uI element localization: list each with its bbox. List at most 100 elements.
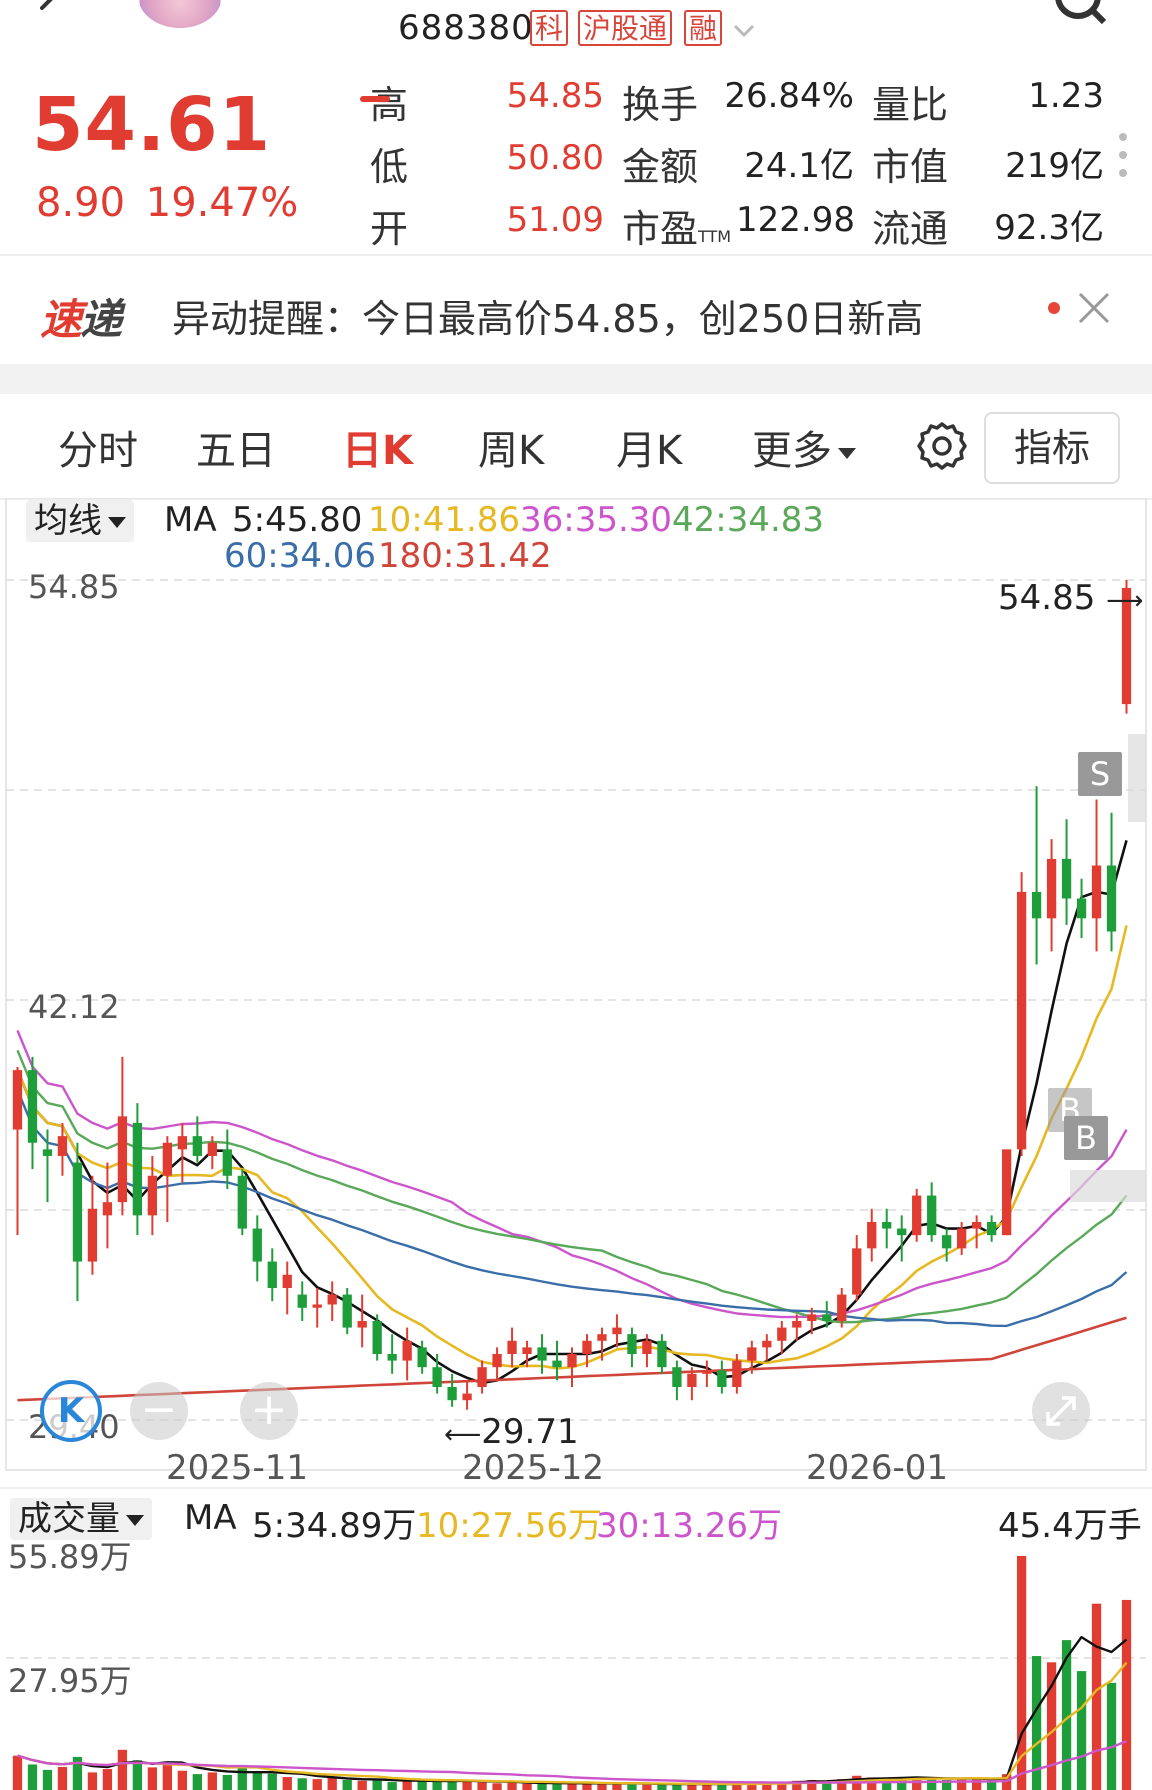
date-label-dec: 2025-12 [462, 1448, 605, 1488]
candle-down [342, 1294, 352, 1328]
fullscreen-button[interactable] [1032, 1382, 1090, 1440]
close-icon[interactable] [1076, 290, 1112, 326]
current-price: 54.61 [32, 82, 272, 168]
tab-daily-k[interactable]: 日K [342, 418, 413, 476]
kline-chart[interactable] [0, 498, 1152, 1790]
next-stock-icon[interactable] [850, 0, 890, 10]
volume-bar [372, 1779, 382, 1790]
alert-text: 异动提醒：今日最高价54.85，创250日新高 [172, 297, 924, 341]
volume-ma5-line [17, 1635, 1128, 1786]
vol-ma-prefix: MA [184, 1498, 237, 1538]
volume-bar [57, 1766, 68, 1790]
caret-down-icon [126, 1515, 144, 1526]
candle-down [986, 1221, 997, 1236]
sell-signal-badge[interactable]: S [1078, 752, 1122, 796]
candle-up [867, 1221, 877, 1249]
ma60-line [16, 1089, 1128, 1328]
candle-down [447, 1386, 457, 1401]
gear-icon[interactable] [916, 420, 968, 472]
vol-ma10-value: 10:27.56万 [416, 1506, 603, 1546]
volume-bar [132, 1760, 143, 1790]
market-cap-label: 市值 [872, 145, 949, 189]
volume-bar [597, 1783, 607, 1790]
indicator-button[interactable]: 指标 [984, 412, 1120, 484]
candle-up [87, 1208, 98, 1262]
shanghai-connect-tag: 沪股通 [578, 10, 672, 46]
margin-tag: 融 [684, 10, 722, 46]
more-vertical-icon[interactable] [1118, 132, 1128, 178]
candle-up [837, 1294, 847, 1321]
volume-bar [462, 1780, 472, 1790]
candle-up [792, 1320, 802, 1328]
k-line-button[interactable]: K [40, 1380, 102, 1442]
zoom-out-button[interactable]: − [130, 1382, 188, 1440]
buy-signal-badge[interactable]: B [1064, 1116, 1108, 1160]
tab-weekly-k[interactable]: 周K [478, 418, 544, 476]
pe-value: 122.98 [736, 200, 855, 240]
zoom-in-button[interactable]: + [240, 1382, 298, 1440]
candle-up [912, 1195, 922, 1236]
turnover-value: 26.84% [724, 76, 854, 116]
candle-up [177, 1136, 187, 1150]
minus-icon: − [140, 1384, 178, 1435]
chevron-down-icon[interactable] [730, 16, 758, 44]
volume-bar [1121, 1599, 1132, 1790]
change-amount: 8.90 [36, 180, 126, 226]
volume-bars [12, 1556, 1132, 1790]
star-market-tag: 科 [530, 10, 568, 46]
volume-bar [282, 1777, 292, 1790]
tab-more[interactable]: 更多 [752, 418, 856, 476]
candle-up [477, 1367, 487, 1387]
tab-monthly-k[interactable]: 月K [616, 418, 682, 476]
candle-up [117, 1116, 128, 1203]
candle-down [1031, 891, 1042, 919]
candle-up [357, 1320, 367, 1328]
vol-ma30-value: 30:13.26万 [596, 1506, 783, 1546]
volume-bar [27, 1764, 38, 1790]
volume-bar [402, 1780, 412, 1790]
back-arrow-icon[interactable] [30, 0, 70, 30]
candle-down [372, 1320, 382, 1354]
volume-bar [477, 1782, 487, 1790]
candle-up [702, 1370, 712, 1374]
volume-bar [327, 1777, 337, 1790]
candle-up [162, 1142, 173, 1176]
volume-bar [387, 1782, 397, 1790]
float-cap-label: 流通 [872, 207, 949, 251]
unread-dot [1048, 302, 1060, 314]
candle-up [687, 1373, 697, 1387]
scroll-handle[interactable] [1128, 734, 1146, 822]
candle-up [807, 1314, 817, 1321]
volume-ma10-line [17, 1661, 1128, 1786]
search-icon[interactable] [1052, 0, 1108, 26]
low-label: 低 [370, 145, 409, 189]
date-label-jan: 2026-01 [806, 1448, 949, 1488]
candle-down [42, 1149, 53, 1156]
candle-up [522, 1347, 532, 1354]
arrow-right-icon: ⟶ [1106, 586, 1144, 616]
candle-down [822, 1314, 832, 1321]
stock-avatar[interactable] [138, 0, 222, 28]
stock-detail-screen: { "header": { "stock_code": "688380", "t… [0, 0, 1152, 1790]
market-cap-value: 219亿 [1005, 146, 1104, 186]
amount-label: 金额 [622, 145, 699, 189]
tab-more-label: 更多 [752, 428, 832, 474]
candle-up [207, 1142, 217, 1156]
candle-down [942, 1235, 952, 1249]
volume-bar [672, 1784, 682, 1790]
tab-intraday[interactable]: 分时 [58, 418, 138, 476]
candle-up [612, 1327, 622, 1335]
volume-bar [42, 1769, 53, 1790]
candle-up [642, 1340, 652, 1354]
plus-icon: + [250, 1384, 288, 1435]
pe-label-text: 市盈 [622, 207, 699, 251]
turnover-label: 换手 [622, 83, 699, 127]
candle-up [12, 1070, 23, 1130]
tab-five-day[interactable]: 五日 [196, 418, 276, 476]
volume-bar [207, 1772, 217, 1790]
volume-ma-lines [17, 1635, 1128, 1786]
volume-bar [177, 1770, 187, 1790]
candle-down [27, 1070, 38, 1143]
volume-bar [1076, 1671, 1087, 1790]
change-percent: 19.47% [145, 180, 299, 226]
